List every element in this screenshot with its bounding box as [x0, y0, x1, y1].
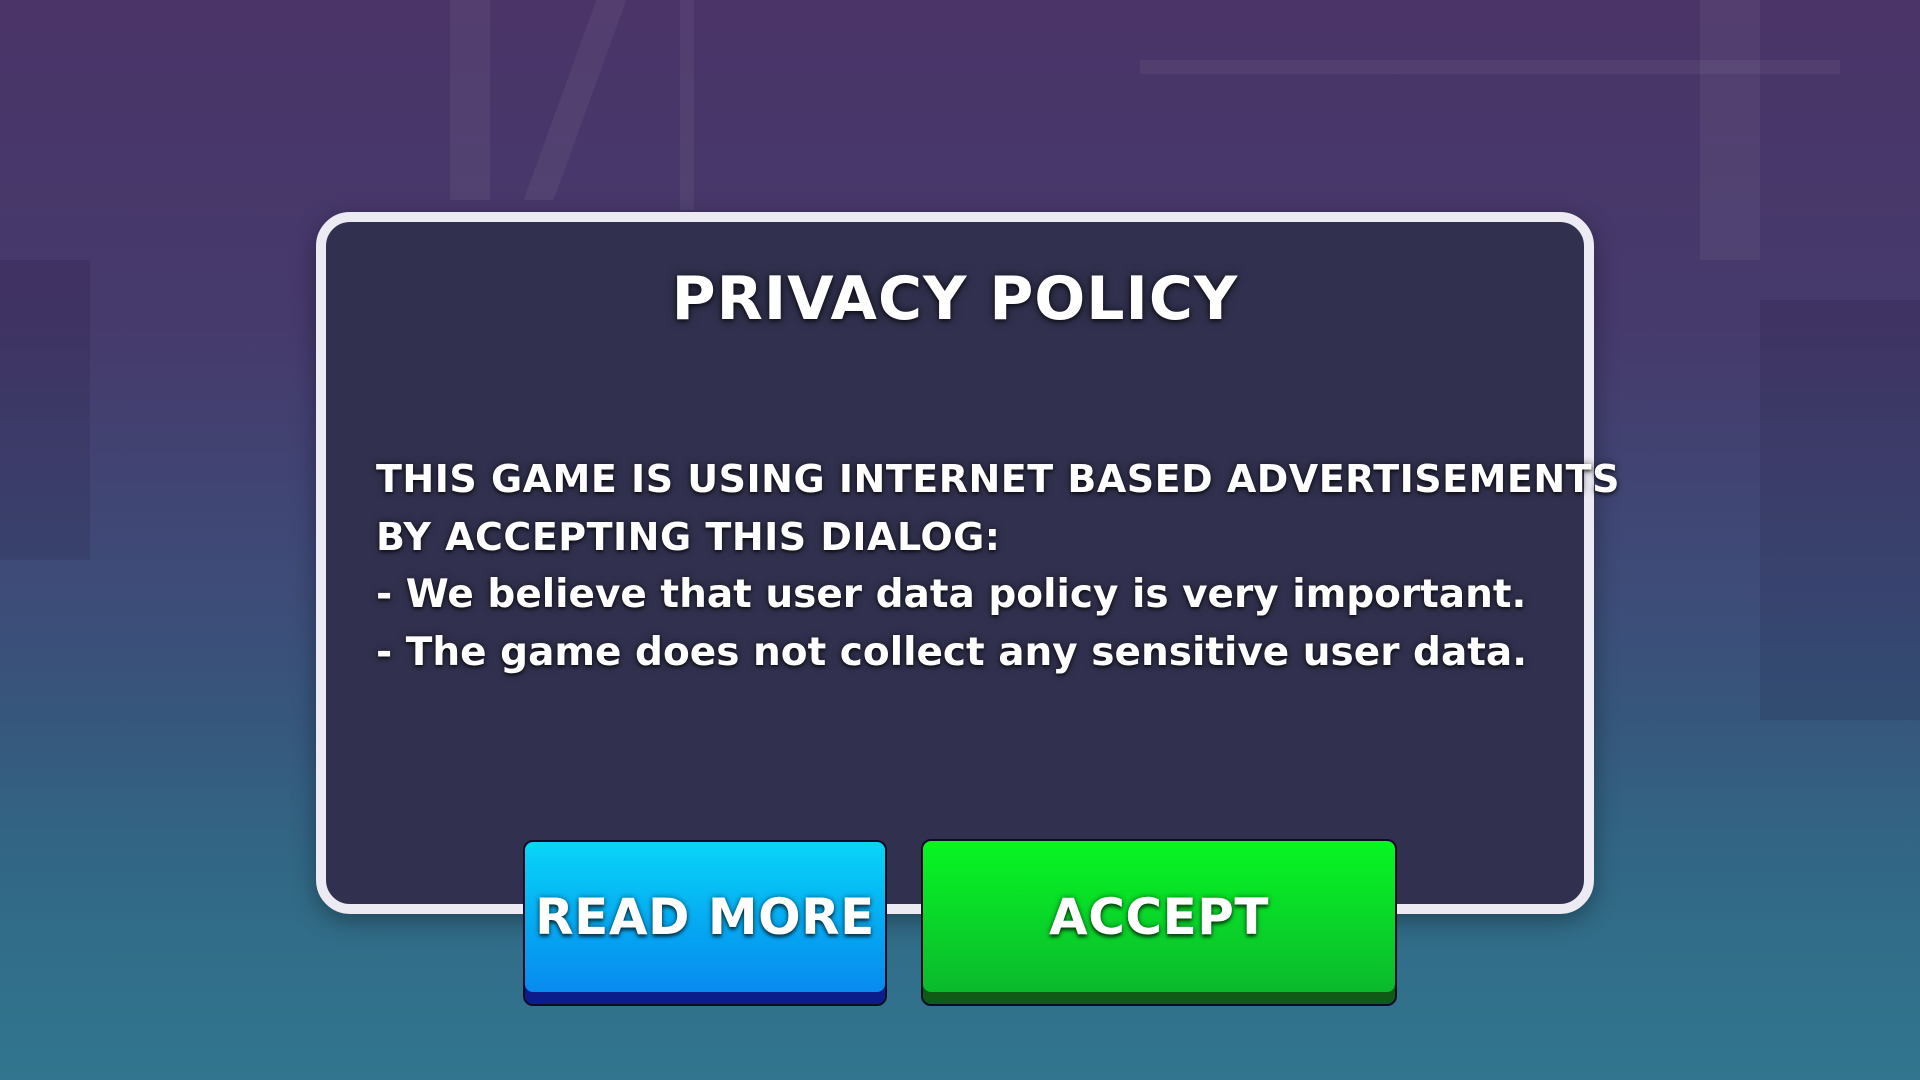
background-beam	[680, 0, 694, 210]
read-more-label: READ MORE	[535, 888, 875, 946]
background-wall	[1760, 300, 1920, 720]
dialog-line-policy: - We believe that user data policy is ve…	[376, 572, 1527, 617]
dialog-title: PRIVACY POLICY	[671, 264, 1239, 334]
dialog-line-ads: THIS GAME IS USING INTERNET BASED ADVERT…	[376, 457, 1620, 501]
dialog-body: THIS GAME IS USING INTERNET BASED ADVERT…	[376, 450, 1620, 682]
accept-label: ACCEPT	[1049, 887, 1269, 946]
background-beam	[1700, 0, 1760, 260]
dialog-line-accepting: BY ACCEPTING THIS DIALOG:	[376, 515, 1001, 559]
dialog-line-no-collect: - The game does not collect any sensitiv…	[376, 630, 1528, 675]
privacy-policy-dialog: PRIVACY POLICY THIS GAME IS USING INTERN…	[316, 212, 1620, 914]
accept-button[interactable]: ACCEPT	[921, 839, 1397, 1006]
read-more-button[interactable]: READ MORE	[523, 840, 887, 1006]
background-beam	[450, 0, 490, 200]
background-wall	[0, 260, 90, 560]
background-beam	[523, 0, 627, 200]
